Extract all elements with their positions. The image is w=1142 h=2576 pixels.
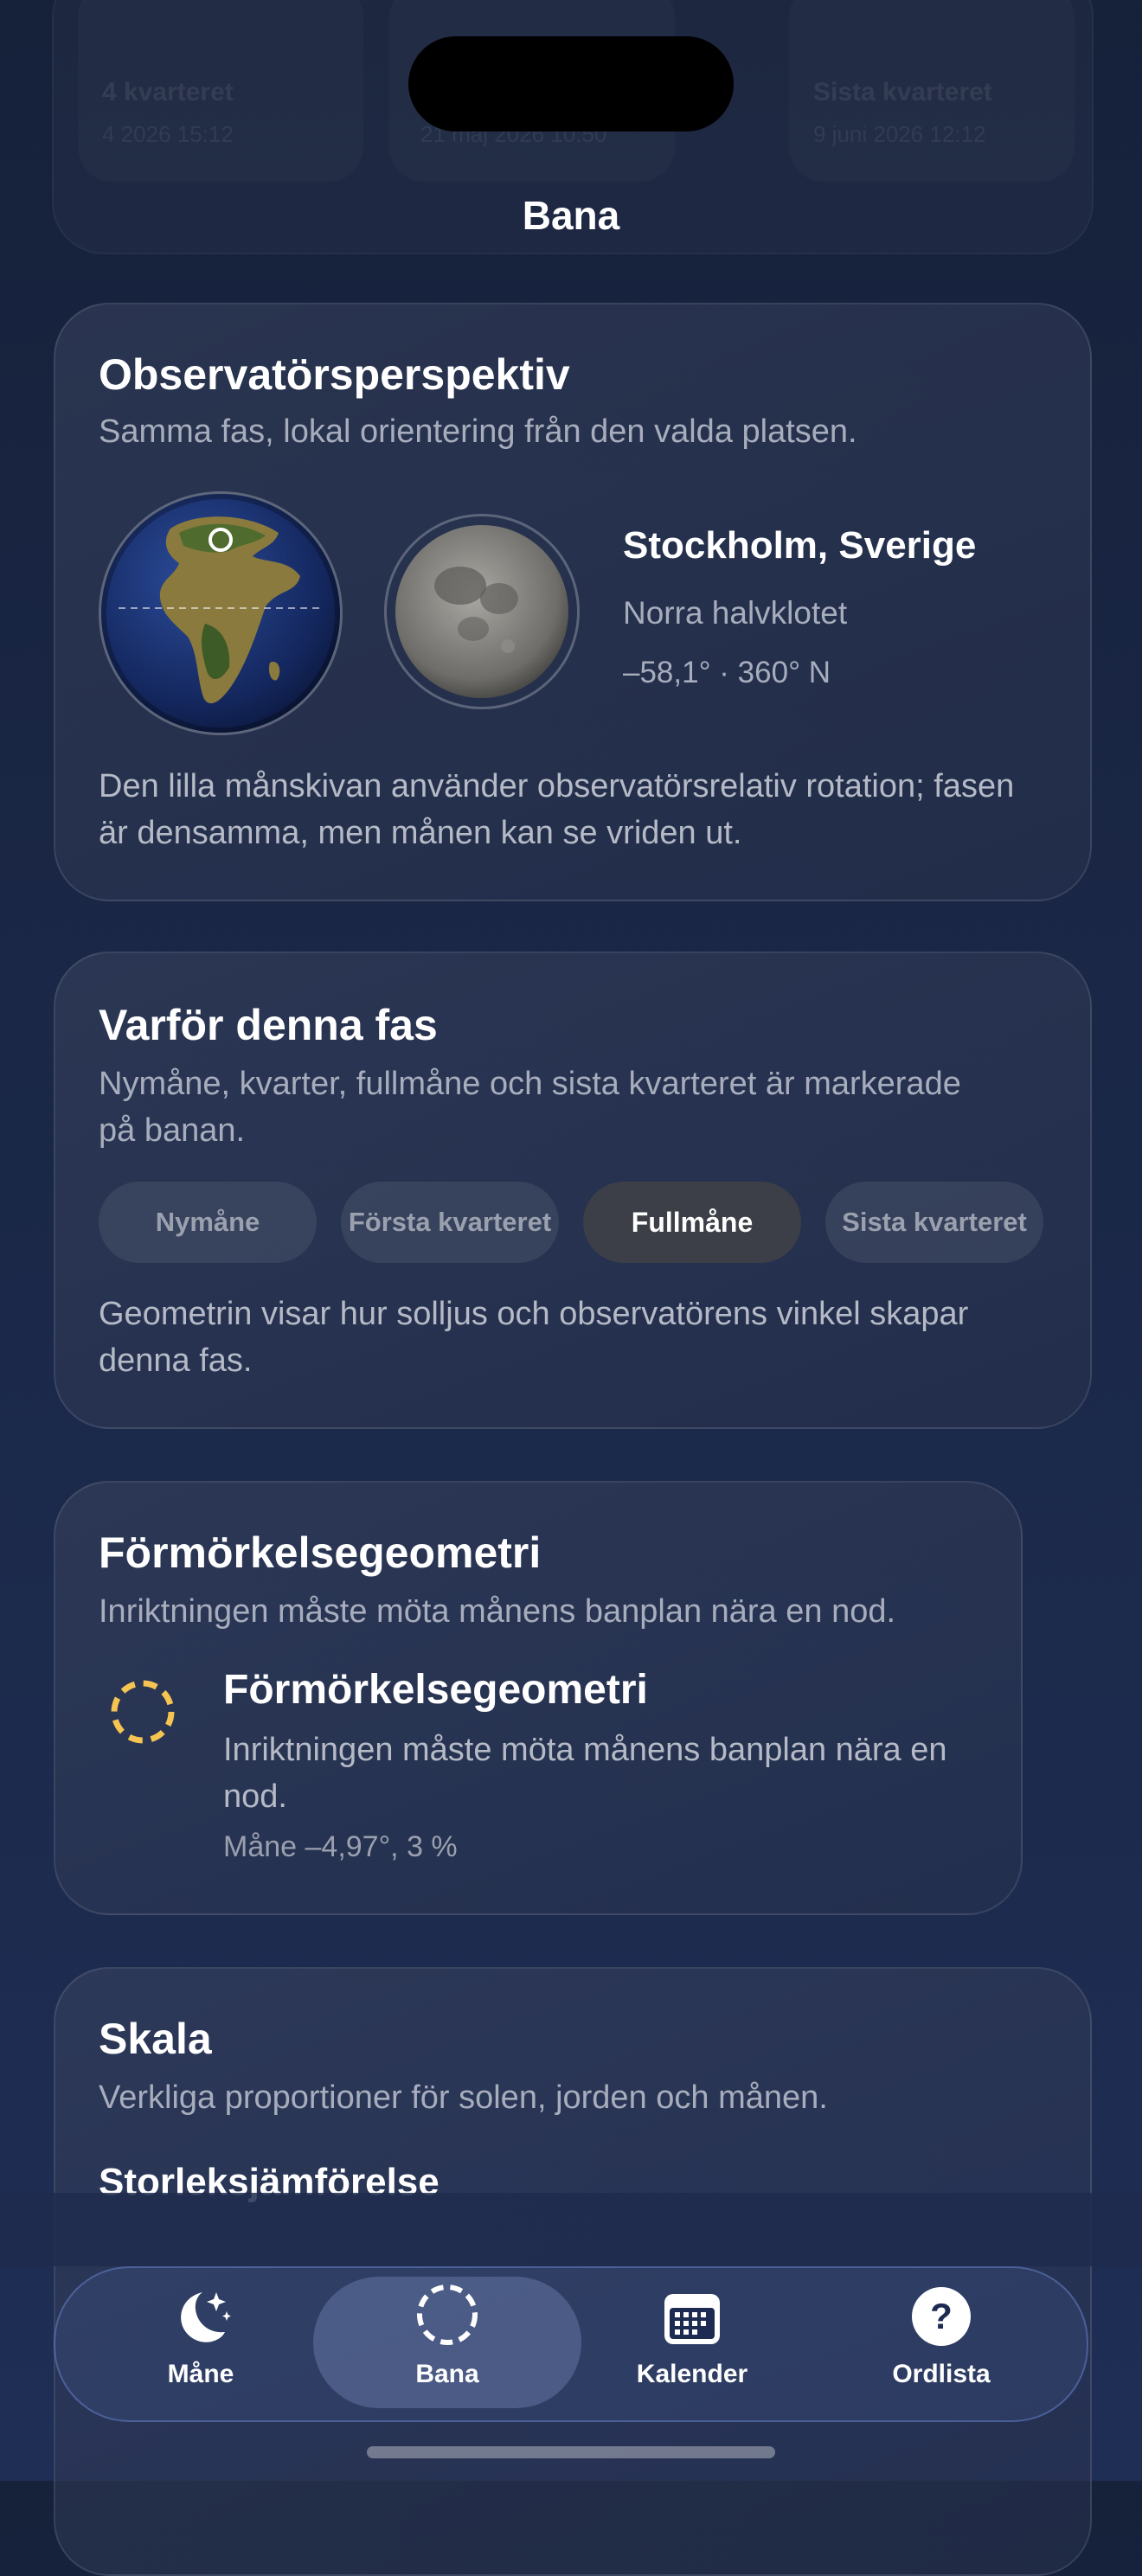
eclipse-subtitle: Inriktningen måste möta månens banplan n… — [99, 1593, 896, 1630]
ghost-sub: 4 2026 15:12 — [102, 121, 234, 147]
dashed-circle-icon — [109, 1678, 176, 1746]
location-name: Stockholm, Sverige — [623, 524, 977, 567]
observer-note: Den lilla månskivan använder observatörs… — [99, 768, 1015, 851]
home-indicator — [367, 2446, 775, 2458]
tab-ordlista[interactable]: ? Ordlista — [837, 2277, 1045, 2408]
tabbar-backdrop — [0, 2193, 1142, 2266]
tab-bana[interactable]: Bana — [313, 2277, 581, 2408]
chip-forsta-kvarteret[interactable]: Första kvarteret — [341, 1182, 559, 1263]
observer-subtitle: Samma fas, lokal orientering från den va… — [99, 413, 857, 450]
chip-nymane[interactable]: Nymåne — [99, 1182, 317, 1263]
scale-subtitle: Verkliga proportioner för solen, jorden … — [99, 2079, 828, 2116]
chip-fullmane[interactable]: Fullmåne — [583, 1182, 801, 1263]
tab-kalender[interactable]: Kalender — [588, 2277, 796, 2408]
moon-stars-icon — [181, 2292, 231, 2342]
moon-disc — [384, 514, 580, 709]
tab-mane[interactable]: Måne — [97, 2277, 305, 2408]
dynamic-island — [408, 36, 734, 131]
tab-label: Bana — [415, 2360, 479, 2388]
ghost-sub: 9 juni 2026 12:12 — [813, 121, 986, 147]
ghost-title: 4 kvarteret — [102, 78, 234, 106]
phase-subtitle: Nymåne, kvarter, fullmåne och sista kvar… — [99, 1066, 961, 1149]
eclipse-item-desc: Inriktningen måste möta månens banplan n… — [223, 1732, 947, 1815]
orbit-icon — [417, 2284, 478, 2345]
eclipse-title: Förmörkelsegeometri — [99, 1528, 542, 1577]
tab-label: Kalender — [636, 2360, 748, 2388]
tab-label: Måne — [167, 2360, 234, 2388]
ghost-card-3: Sista kvarteret 9 juni 2026 12:12 — [789, 0, 1075, 182]
question-icon: ? — [912, 2287, 971, 2346]
phase-title: Varför denna fas — [99, 1001, 438, 1049]
earth-globe — [99, 491, 343, 735]
page-title: Bana — [522, 193, 620, 238]
scale-title: Skala — [99, 2015, 212, 2063]
tab-label: Ordlista — [892, 2360, 991, 2388]
chip-sista-kvarteret[interactable]: Sista kvarteret — [825, 1182, 1043, 1263]
observer-title: Observatörsperspektiv — [99, 350, 570, 399]
coordinates-label: –58,1° · 360° N — [623, 656, 831, 689]
ghost-card-1: 4 kvarteret 4 2026 15:12 — [78, 0, 363, 182]
svg-text:?: ? — [930, 2296, 953, 2336]
calendar-icon — [664, 2294, 720, 2344]
phase-note: Geometrin visar hur solljus och observat… — [99, 1296, 969, 1379]
hemisphere-label: Norra halvklotet — [623, 595, 848, 631]
ghost-title: Sista kvarteret — [813, 78, 992, 106]
eclipse-item-title: Förmörkelsegeometri — [223, 1667, 648, 1713]
eclipse-item-meta: Måne –4,97°, 3 % — [223, 1830, 458, 1863]
